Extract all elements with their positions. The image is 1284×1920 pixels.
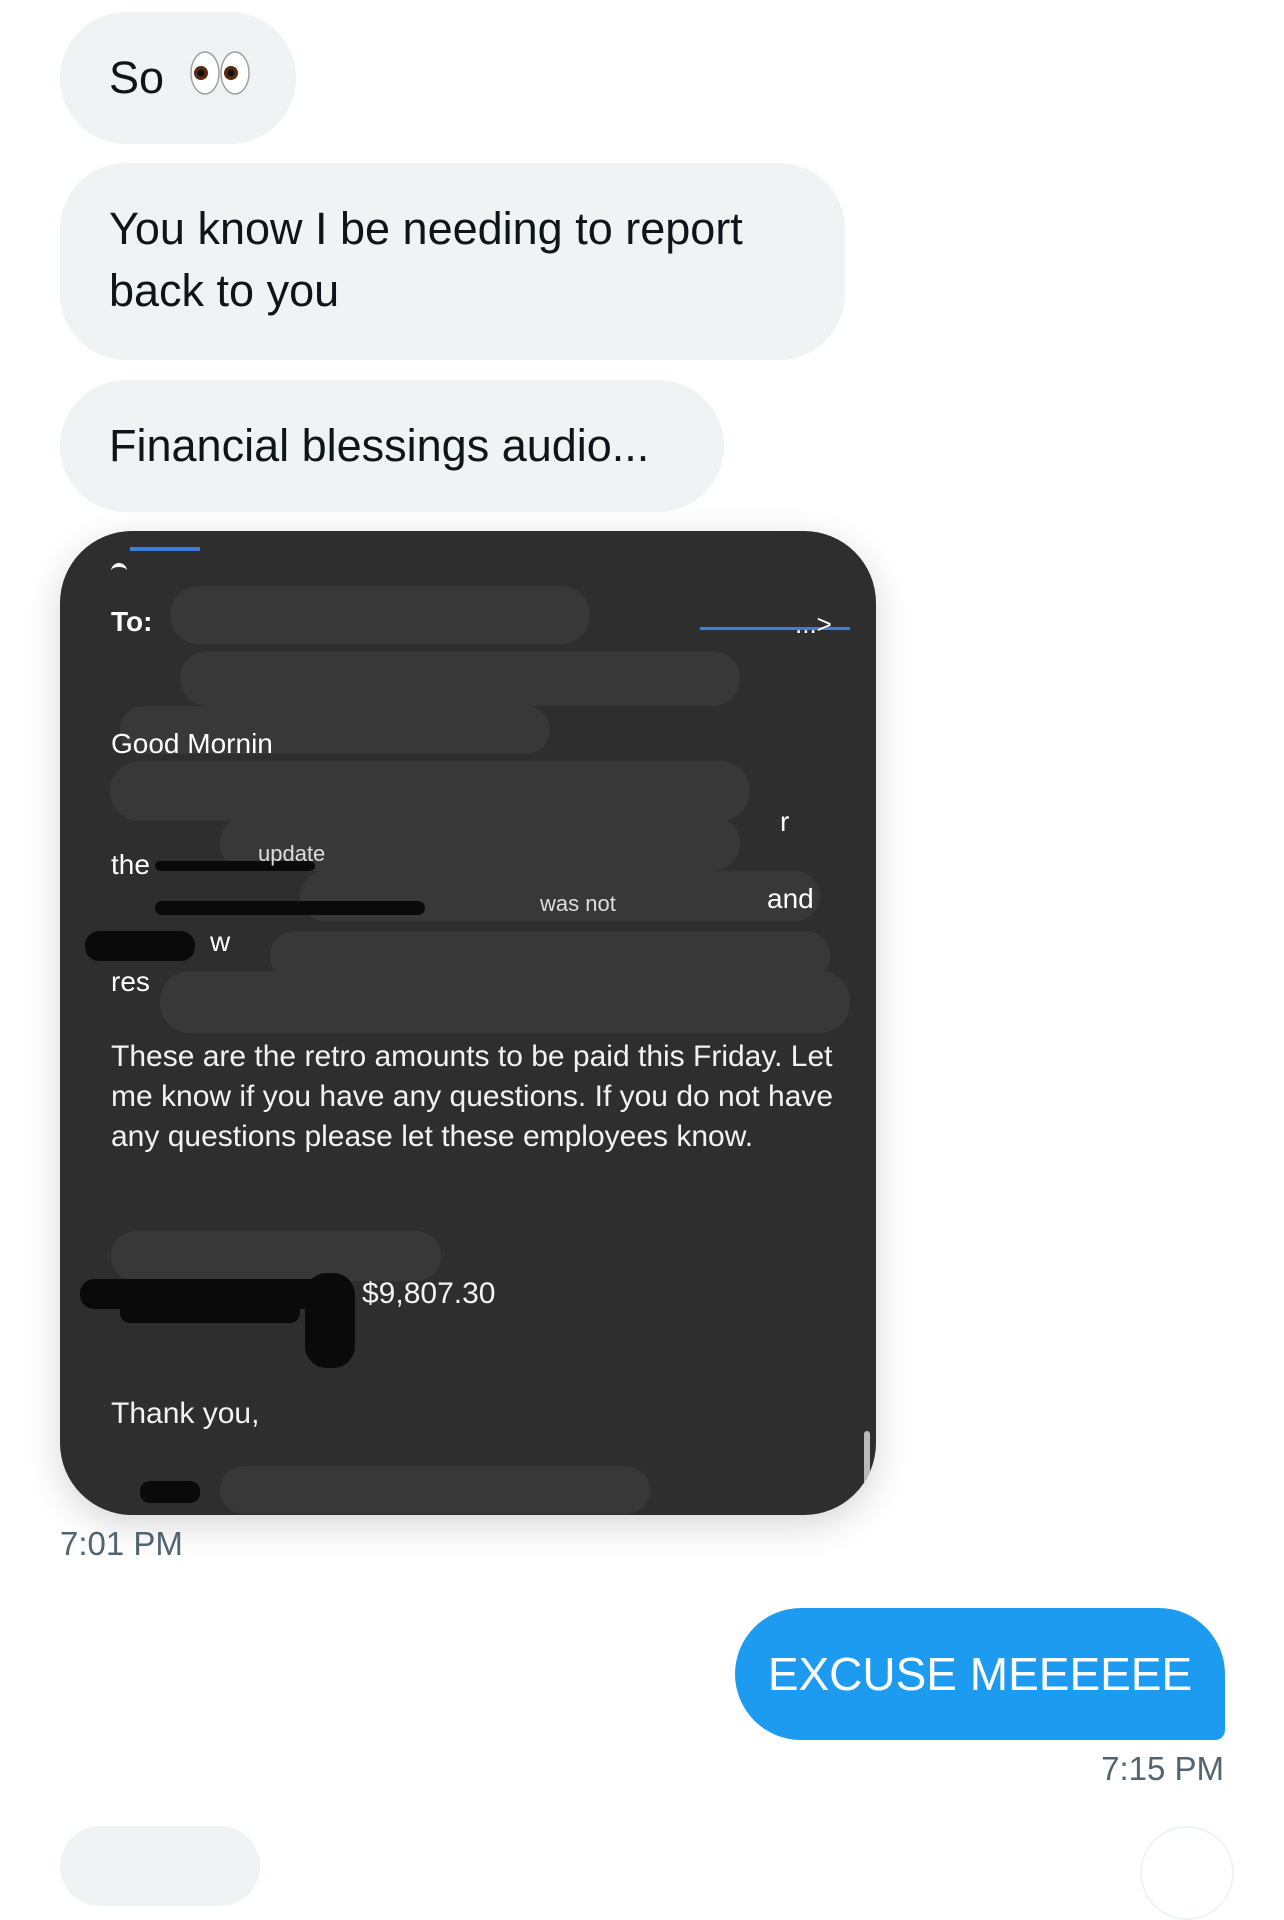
message-bubble-outgoing[interactable]: EXCUSE MEEEEEE	[735, 1608, 1225, 1740]
message-bubble-incoming[interactable]: You know I be needing to report back to …	[60, 163, 845, 360]
redaction	[110, 761, 750, 821]
text-fragment-res: res	[111, 966, 150, 997]
redaction	[155, 901, 425, 915]
text-fragment-update: update	[258, 841, 326, 866]
redaction	[160, 971, 850, 1033]
attached-email-screenshot[interactable]: To: ...> Good Mornin r the update was no…	[60, 531, 876, 1515]
eyes-emoji-icon	[189, 48, 251, 114]
redaction	[111, 1231, 441, 1281]
email-signoff: Thank you,	[111, 1397, 260, 1430]
redaction	[140, 1481, 200, 1503]
redaction	[180, 651, 740, 706]
message-bubble-incoming[interactable]: So	[60, 12, 296, 144]
avatar[interactable]	[1140, 1826, 1234, 1920]
amount-value: $9,807.30	[362, 1277, 496, 1310]
message-bubble-incoming[interactable]: Financial blessings audio...	[60, 380, 724, 512]
redaction	[120, 1301, 300, 1323]
redaction	[170, 586, 590, 644]
redaction	[220, 1466, 650, 1514]
message-text: So	[109, 52, 165, 103]
message-timestamp: 7:01 PM	[60, 1525, 183, 1562]
message-bubble-incoming[interactable]	[60, 1826, 260, 1906]
redaction	[85, 931, 195, 961]
message-timestamp: 7:15 PM	[1101, 1750, 1224, 1787]
link-fragment	[130, 547, 200, 551]
to-label: To:	[111, 606, 153, 637]
greeting-fragment: Good Mornin	[111, 728, 273, 759]
message-text: Financial blessings audio...	[109, 420, 650, 471]
text-fragment-was-not: was not	[540, 891, 616, 916]
message-text: EXCUSE MEEEEEE	[767, 1648, 1193, 1700]
email-body-text: These are the retro amounts to be paid t…	[111, 1040, 834, 1153]
text-fragment-and: and	[767, 883, 814, 914]
text-fragment-r: r	[780, 806, 790, 837]
email-arrow-fragment: ...>	[795, 609, 832, 639]
text-fragment	[111, 563, 127, 577]
scrollbar[interactable]	[864, 1431, 870, 1491]
redaction	[305, 1273, 355, 1368]
text-fragment-the: the	[111, 849, 150, 880]
message-text: You know I be needing to report back to …	[109, 203, 743, 316]
text-fragment-w: w	[210, 926, 231, 957]
